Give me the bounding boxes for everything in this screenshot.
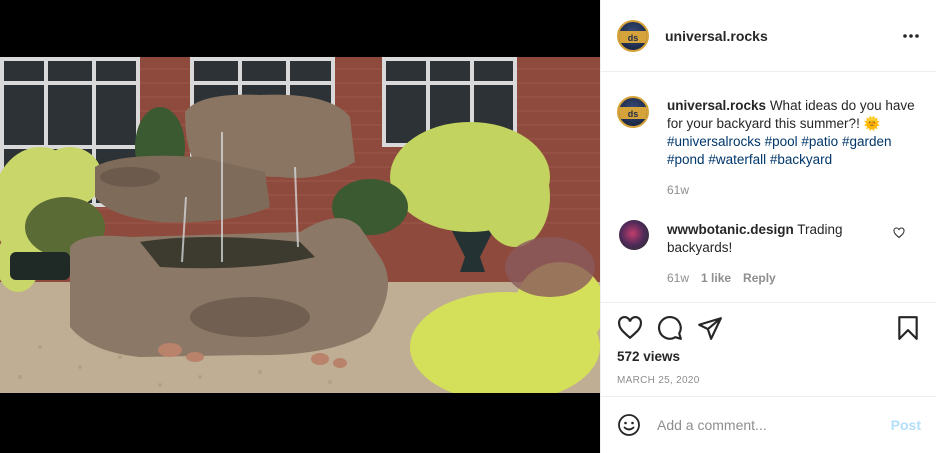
caption-timestamp[interactable]: 61w: [667, 183, 689, 197]
post-media-area: [0, 0, 600, 453]
comment-timestamp[interactable]: 61w: [667, 271, 689, 285]
post-header: ds universal.rocks: [601, 0, 936, 72]
reply-button[interactable]: Reply: [743, 271, 776, 285]
comment-likes-count[interactable]: 1 like: [701, 271, 731, 285]
add-comment-bar: Post: [601, 396, 936, 453]
post-comment-button[interactable]: Post: [891, 417, 921, 433]
comment-meta: 61w 1 like Reply: [667, 271, 776, 285]
hashtag-link[interactable]: #pool: [765, 134, 798, 149]
hashtag-link[interactable]: #waterfall: [708, 152, 766, 167]
universal-rocks-logo-icon: ds: [619, 31, 647, 43]
view-count[interactable]: 572 views: [617, 349, 680, 364]
post-actions: 572 views MARCH 25, 2020: [601, 302, 936, 396]
universal-rocks-logo-icon: ds: [619, 107, 647, 119]
author-username[interactable]: universal.rocks: [665, 28, 768, 44]
post-caption: universal.rocks What ideas do you have f…: [667, 97, 917, 169]
comment-input[interactable]: [657, 415, 877, 435]
post-side-panel: ds universal.rocks ds universal.rocks Wh…: [600, 0, 936, 453]
emoji-icon[interactable]: [617, 413, 641, 437]
comment-bubble-icon[interactable]: [657, 315, 683, 341]
caption-username[interactable]: universal.rocks: [667, 98, 766, 113]
comment: wwwbotanic.design Trading backyards!: [667, 221, 887, 257]
hashtag-link[interactable]: #patio: [801, 134, 838, 149]
small-heart-icon[interactable]: [893, 227, 905, 239]
video-scene-illustration: [0, 57, 600, 393]
commenter-avatar[interactable]: [619, 220, 649, 250]
author-avatar[interactable]: ds: [617, 20, 649, 52]
hashtag-link[interactable]: #universalrocks: [667, 134, 761, 149]
hashtag-link[interactable]: #pond: [667, 152, 705, 167]
bookmark-icon[interactable]: [895, 315, 921, 341]
caption-author-avatar[interactable]: ds: [617, 96, 649, 128]
post-video[interactable]: [0, 57, 600, 393]
post-date[interactable]: MARCH 25, 2020: [617, 375, 700, 386]
comments-list[interactable]: ds universal.rocks What ideas do you hav…: [601, 72, 936, 302]
share-plane-icon[interactable]: [697, 315, 723, 341]
commenter-username[interactable]: wwwbotanic.design: [667, 222, 794, 237]
more-options-icon[interactable]: [901, 26, 921, 46]
svg-text:ds: ds: [628, 33, 639, 43]
hashtag-link[interactable]: #garden: [842, 134, 892, 149]
svg-text:ds: ds: [628, 109, 639, 119]
hashtag-link[interactable]: #backyard: [770, 152, 832, 167]
heart-icon[interactable]: [617, 315, 643, 341]
